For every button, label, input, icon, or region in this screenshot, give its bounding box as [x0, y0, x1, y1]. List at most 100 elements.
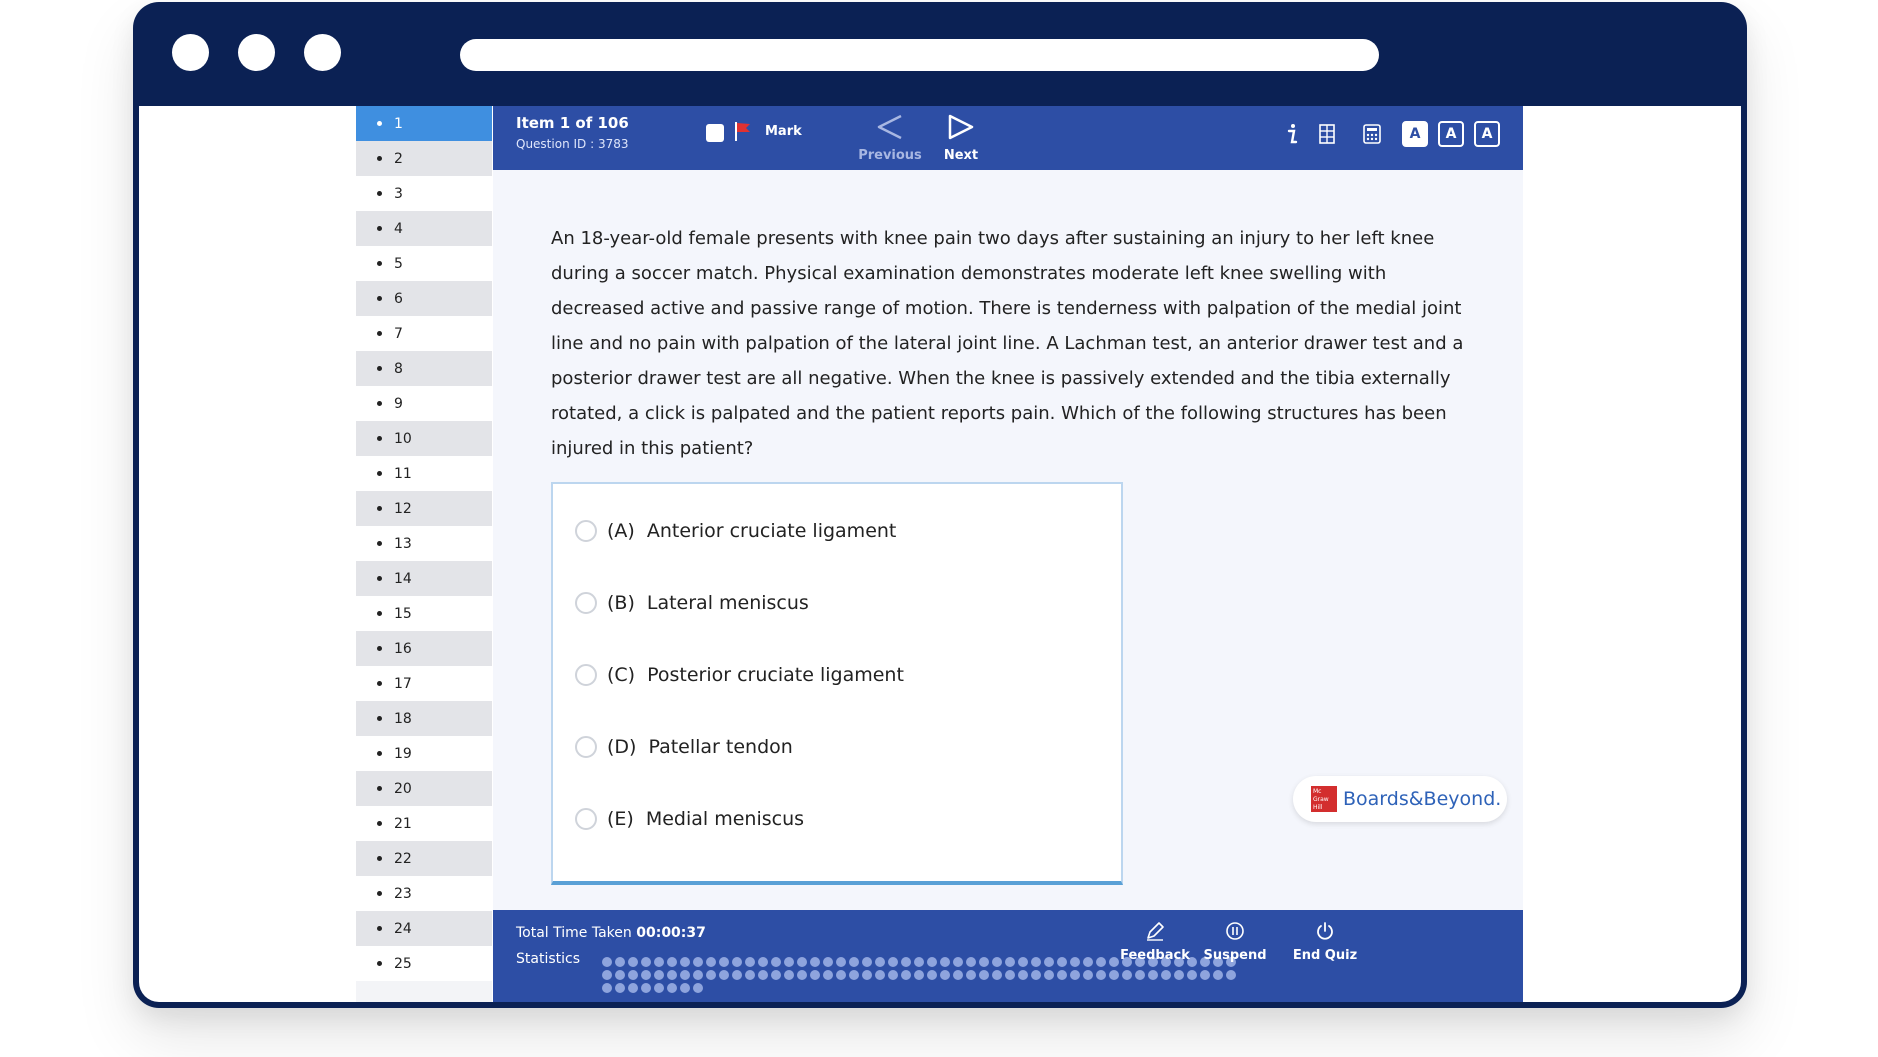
font-size-medium-button[interactable]: A — [1438, 121, 1464, 147]
question-nav-label: 2 — [394, 150, 403, 167]
question-nav-item[interactable]: 6 — [356, 281, 492, 316]
bullet-icon — [377, 856, 382, 861]
time-taken: Total Time Taken 00:00:37 — [516, 925, 706, 941]
progress-dot — [641, 970, 651, 980]
question-nav-item[interactable]: 7 — [356, 316, 492, 351]
bullet-icon — [377, 576, 382, 581]
question-nav-item[interactable]: 12 — [356, 491, 492, 526]
question-nav-item[interactable]: 22 — [356, 841, 492, 876]
question-nav-label: 16 — [394, 640, 412, 657]
question-nav-item[interactable]: 4 — [356, 211, 492, 246]
question-nav-label: 21 — [394, 815, 412, 832]
question-nav-item[interactable]: 10 — [356, 421, 492, 456]
question-nav-item[interactable]: 1 — [356, 106, 492, 141]
window-control-dot — [238, 34, 275, 71]
question-nav-label: 23 — [394, 885, 412, 902]
lab-values-icon[interactable] — [1314, 120, 1340, 148]
bullet-icon — [377, 506, 382, 511]
radio-button[interactable] — [575, 664, 597, 686]
end-quiz-button[interactable]: End Quiz — [1285, 920, 1365, 963]
answer-option-e[interactable]: (E) Medial meniscus — [575, 804, 804, 834]
answer-option-d[interactable]: (D) Patellar tendon — [575, 732, 793, 762]
answer-option-a[interactable]: (A) Anterior cruciate ligament — [575, 516, 896, 546]
question-nav-label: 20 — [394, 780, 412, 797]
question-nav-label: 7 — [394, 325, 403, 342]
font-size-large-button[interactable]: A — [1474, 121, 1500, 147]
progress-dot — [1031, 970, 1041, 980]
progress-dot — [1070, 957, 1080, 967]
suspend-button[interactable]: Suspend — [1195, 920, 1275, 963]
progress-dot — [1096, 970, 1106, 980]
question-nav-item[interactable]: 23 — [356, 876, 492, 911]
bullet-icon — [377, 366, 382, 371]
progress-dot — [602, 970, 612, 980]
progress-dot — [1174, 970, 1184, 980]
next-label: Next — [943, 148, 979, 163]
question-nav-item[interactable]: 25 — [356, 946, 492, 981]
info-icon[interactable] — [1279, 120, 1305, 148]
progress-dot — [1031, 957, 1041, 967]
mark-label: Mark — [765, 124, 802, 139]
radio-button[interactable] — [575, 592, 597, 614]
question-nav-label: 10 — [394, 430, 412, 447]
progress-dot — [1005, 970, 1015, 980]
progress-dot — [1200, 970, 1210, 980]
question-nav-label: 17 — [394, 675, 412, 692]
progress-dot — [641, 983, 651, 993]
progress-dot — [667, 970, 677, 980]
question-nav-item[interactable]: 17 — [356, 666, 492, 701]
question-nav-label: 14 — [394, 570, 412, 587]
address-bar[interactable] — [460, 39, 1379, 71]
question-nav-item[interactable]: 14 — [356, 561, 492, 596]
radio-button[interactable] — [575, 520, 597, 542]
question-nav-label: 8 — [394, 360, 403, 377]
progress-dot — [641, 957, 651, 967]
question-nav-item[interactable]: 20 — [356, 771, 492, 806]
question-nav-item[interactable]: 11 — [356, 456, 492, 491]
question-nav-item[interactable]: 8 — [356, 351, 492, 386]
progress-dot — [732, 957, 742, 967]
bullet-icon — [377, 716, 382, 721]
bullet-icon — [377, 261, 382, 266]
previous-button[interactable]: Previous — [855, 108, 925, 166]
progress-dot — [901, 957, 911, 967]
question-nav-item[interactable]: 16 — [356, 631, 492, 666]
question-nav-label: 19 — [394, 745, 412, 762]
progress-dot — [862, 957, 872, 967]
radio-button[interactable] — [575, 808, 597, 830]
question-nav-label: 9 — [394, 395, 403, 412]
question-nav-item[interactable]: 9 — [356, 386, 492, 421]
progress-dot — [810, 970, 820, 980]
bullet-icon — [377, 611, 382, 616]
bullet-icon — [377, 331, 382, 336]
feedback-button[interactable]: Feedback — [1115, 920, 1195, 963]
progress-dot — [810, 957, 820, 967]
next-button[interactable]: Next — [926, 108, 996, 166]
progress-dot — [615, 983, 625, 993]
answer-option-b[interactable]: (B) Lateral meniscus — [575, 588, 809, 618]
question-nav-item[interactable]: 3 — [356, 176, 492, 211]
radio-button[interactable] — [575, 736, 597, 758]
progress-dot — [1083, 957, 1093, 967]
progress-dot — [901, 970, 911, 980]
question-nav-item[interactable]: 15 — [356, 596, 492, 631]
progress-dot — [758, 970, 768, 980]
progress-dot — [927, 970, 937, 980]
question-nav-item[interactable]: 19 — [356, 736, 492, 771]
question-nav-item[interactable]: 13 — [356, 526, 492, 561]
mark-checkbox[interactable] — [706, 124, 724, 142]
progress-dot — [992, 957, 1002, 967]
progress-dot — [719, 957, 729, 967]
calculator-icon[interactable] — [1359, 120, 1385, 148]
question-nav-item[interactable]: 5 — [356, 246, 492, 281]
font-size-small-button[interactable]: A — [1402, 121, 1428, 147]
question-nav-item[interactable]: 18 — [356, 701, 492, 736]
browser-window: 1 2 3 4 5 6 7 8 9 10 11 12 13 14 15 16 17 18 19 20 21 22 23 24 2… — [133, 2, 1747, 1008]
suspend-label: Suspend — [1203, 948, 1267, 963]
answer-option-c[interactable]: (C) Posterior cruciate ligament — [575, 660, 904, 690]
brand-logo: Mc Graw Hill Boards&Beyond. — [1293, 776, 1507, 822]
question-nav-item[interactable]: 21 — [356, 806, 492, 841]
bullet-icon — [377, 681, 382, 686]
question-nav-item[interactable]: 2 — [356, 141, 492, 176]
question-nav-item[interactable]: 24 — [356, 911, 492, 946]
